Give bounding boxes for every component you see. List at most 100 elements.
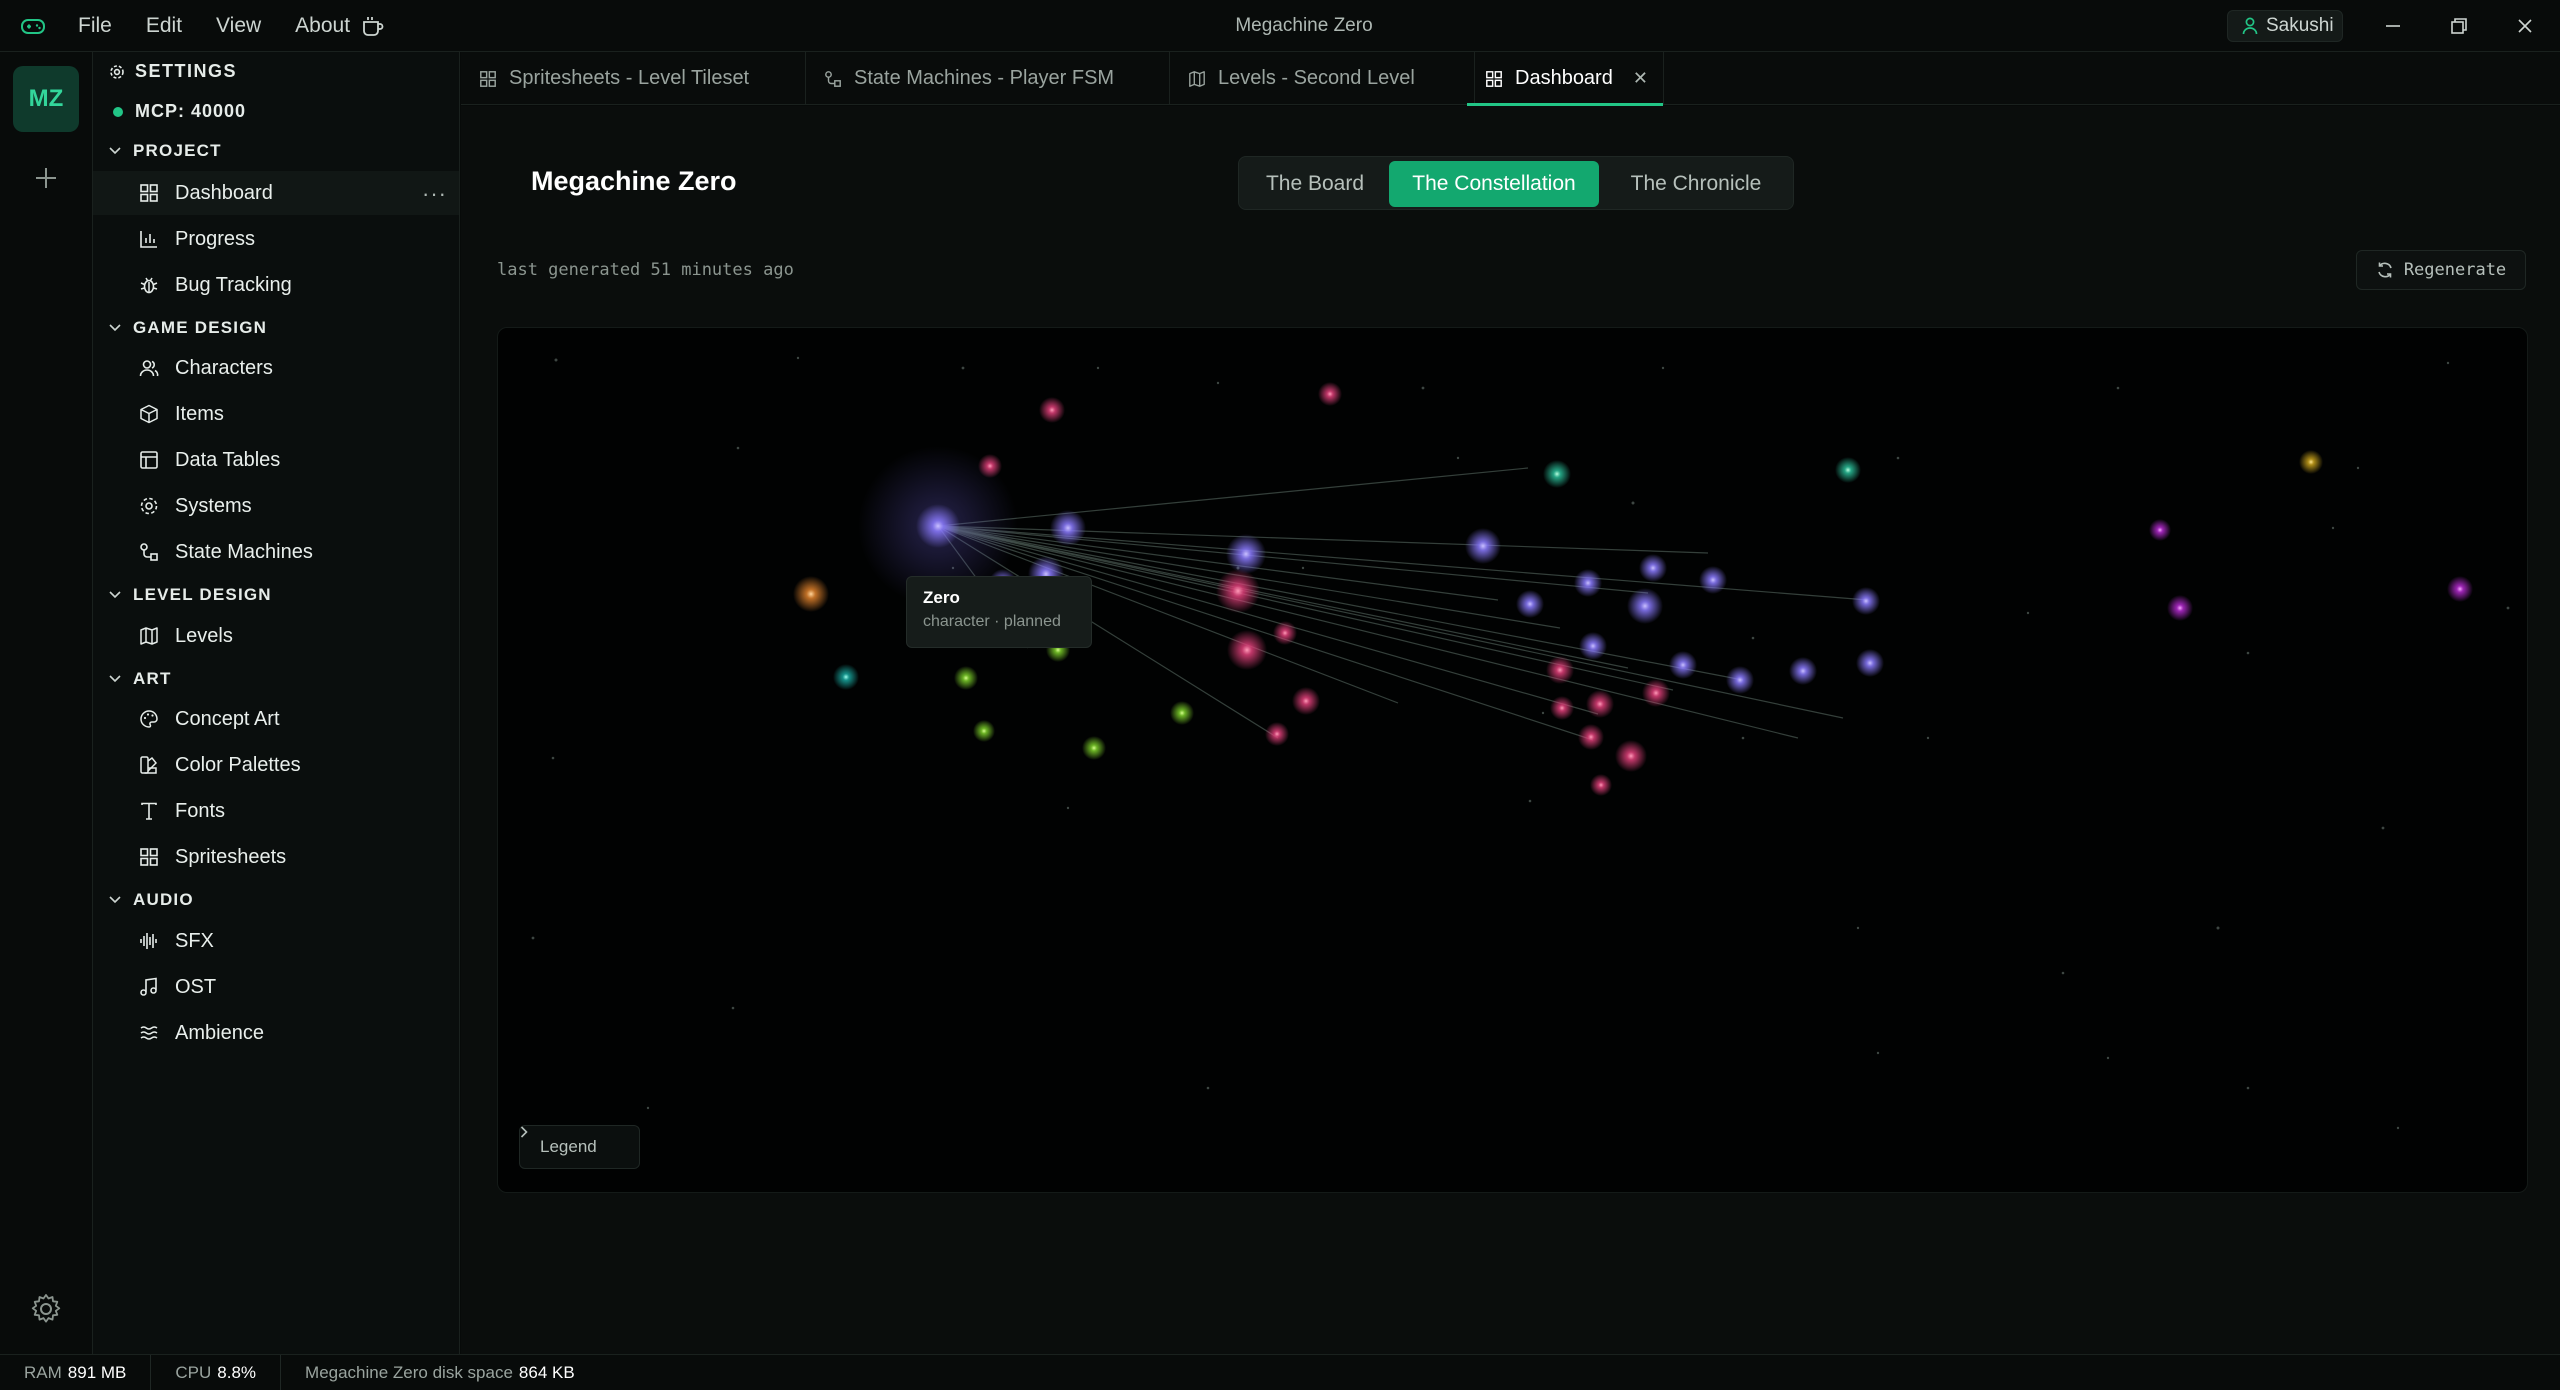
- view-constellation-button[interactable]: The Constellation: [1389, 161, 1599, 207]
- node-item[interactable]: [1578, 724, 1604, 750]
- tab-dashboard[interactable]: Dashboard ✕: [1467, 52, 1664, 106]
- tooltip-title: Zero: [923, 588, 960, 607]
- node-item[interactable]: [1642, 679, 1670, 707]
- sidebar-item-systems[interactable]: Systems: [93, 484, 459, 528]
- node-system[interactable]: [954, 666, 978, 690]
- section-game-design[interactable]: GAME DESIGN: [109, 318, 267, 338]
- node-system[interactable]: [973, 720, 995, 742]
- sidebar-item-state-machines[interactable]: State Machines: [93, 530, 459, 574]
- node-item[interactable]: [1615, 740, 1647, 772]
- node-character[interactable]: [1516, 590, 1544, 618]
- node-audio[interactable]: [2447, 576, 2473, 602]
- legend-toggle[interactable]: Legend: [519, 1125, 640, 1169]
- tab-close-icon[interactable]: ✕: [1633, 68, 1648, 89]
- node-audio[interactable]: [2167, 595, 2193, 621]
- node-system[interactable]: [1170, 701, 1194, 725]
- node-character[interactable]: [1856, 649, 1884, 677]
- regenerate-button[interactable]: Regenerate: [2356, 250, 2526, 290]
- node-level[interactable]: [833, 664, 859, 690]
- section-level-design[interactable]: LEVEL DESIGN: [109, 585, 272, 605]
- node-item[interactable]: [1273, 621, 1297, 645]
- node-character[interactable]: [1639, 554, 1667, 582]
- node-level[interactable]: [1835, 457, 1861, 483]
- add-project-icon[interactable]: [30, 162, 62, 194]
- sidebar-item-concept-art[interactable]: Concept Art: [93, 697, 459, 741]
- node-item[interactable]: [1227, 630, 1267, 670]
- section-audio[interactable]: AUDIO: [109, 890, 194, 910]
- user-chip[interactable]: Sakushi: [2227, 10, 2343, 42]
- node-item[interactable]: [1590, 774, 1612, 796]
- tab-spritesheets[interactable]: Spritesheets - Level Tileset: [461, 52, 806, 105]
- node-asset[interactable]: [793, 576, 829, 612]
- section-art[interactable]: ART: [109, 669, 172, 689]
- node-character[interactable]: [1726, 666, 1754, 694]
- node-system[interactable]: [1082, 736, 1106, 760]
- node-item[interactable]: [1292, 687, 1320, 715]
- user-name: Sakushi: [2266, 15, 2334, 36]
- node-asset[interactable]: [2299, 450, 2323, 474]
- node-character[interactable]: [1789, 657, 1817, 685]
- grid-icon: [140, 848, 158, 866]
- node-character[interactable]: [1997, 827, 1999, 829]
- waveform-icon: [140, 933, 157, 949]
- mcp-status: MCP: 40000: [113, 101, 246, 122]
- node-item[interactable]: [1586, 690, 1614, 718]
- view-board-button[interactable]: The Board: [1243, 161, 1387, 207]
- settings-gear-icon[interactable]: [29, 1292, 63, 1326]
- constellation-graph[interactable]: [498, 328, 2528, 1193]
- more-options-icon[interactable]: ···: [422, 181, 447, 207]
- node-item[interactable]: [1550, 696, 1574, 720]
- node-level[interactable]: [1543, 460, 1571, 488]
- node-item[interactable]: [1546, 656, 1574, 684]
- cpu-label: CPU: [175, 1362, 212, 1382]
- section-label: GAME DESIGN: [133, 318, 268, 337]
- node-item[interactable]: [1216, 569, 1260, 613]
- sidebar-item-fonts[interactable]: Fonts: [93, 789, 459, 833]
- view-chronicle-button[interactable]: The Chronicle: [1601, 161, 1791, 207]
- node-zero[interactable]: [916, 504, 960, 548]
- sidebar-item-data-tables[interactable]: Data Tables: [93, 438, 459, 482]
- sidebar-item-spritesheets[interactable]: Spritesheets: [93, 835, 459, 879]
- constellation-canvas[interactable]: Zero character · planned Legend: [497, 327, 2528, 1193]
- sidebar-item-progress[interactable]: Progress: [93, 217, 459, 261]
- restore-icon[interactable]: [2447, 14, 2471, 38]
- dashboard-icon: [140, 184, 158, 202]
- close-icon[interactable]: [2513, 14, 2537, 38]
- node-character[interactable]: [1465, 528, 1501, 564]
- sidebar-item-sfx[interactable]: SFX: [93, 919, 459, 963]
- sidebar-item-items[interactable]: Items: [93, 392, 459, 436]
- sidebar-item-label: Color Palettes: [175, 753, 301, 776]
- node-character[interactable]: [1050, 510, 1086, 546]
- sidebar-item-label: Characters: [175, 356, 273, 379]
- node-item[interactable]: [978, 454, 1002, 478]
- cpu-value: 8.8%: [217, 1362, 257, 1382]
- node-character[interactable]: [1574, 569, 1602, 597]
- node-item[interactable]: [1318, 382, 1342, 406]
- sidebar-item-levels[interactable]: Levels: [93, 614, 459, 658]
- refresh-icon: [2378, 262, 2392, 278]
- node-character[interactable]: [1852, 587, 1880, 615]
- section-project[interactable]: PROJECT: [109, 141, 222, 161]
- sidebar-item-ost[interactable]: OST: [93, 965, 459, 1009]
- sidebar-item-label: Systems: [175, 494, 252, 517]
- sidebar-settings[interactable]: SETTINGS: [109, 61, 237, 82]
- user-icon: [2242, 17, 2258, 35]
- node-character[interactable]: [1226, 534, 1266, 574]
- sidebar-item-dashboard[interactable]: Dashboard ···: [93, 171, 459, 215]
- sidebar-item-bug-tracking[interactable]: Bug Tracking: [93, 263, 459, 307]
- node-item[interactable]: [1039, 397, 1065, 423]
- sidebar-item-ambience[interactable]: Ambience: [93, 1011, 459, 1055]
- minimize-icon[interactable]: [2381, 14, 2405, 38]
- node-character[interactable]: [1699, 566, 1727, 594]
- node-character[interactable]: [1579, 632, 1607, 660]
- project-avatar[interactable]: MZ: [13, 66, 79, 132]
- sidebar-item-color-palettes[interactable]: Color Palettes: [93, 743, 459, 787]
- tab-levels[interactable]: Levels - Second Level: [1170, 52, 1475, 105]
- node-audio[interactable]: [2149, 519, 2171, 541]
- tab-bar: Spritesheets - Level Tileset State Machi…: [461, 52, 2560, 106]
- node-item[interactable]: [1265, 722, 1289, 746]
- sidebar-item-characters[interactable]: Characters: [93, 346, 459, 390]
- tab-state-machines[interactable]: State Machines - Player FSM: [806, 52, 1170, 105]
- node-character[interactable]: [1669, 651, 1697, 679]
- node-character[interactable]: [1627, 588, 1663, 624]
